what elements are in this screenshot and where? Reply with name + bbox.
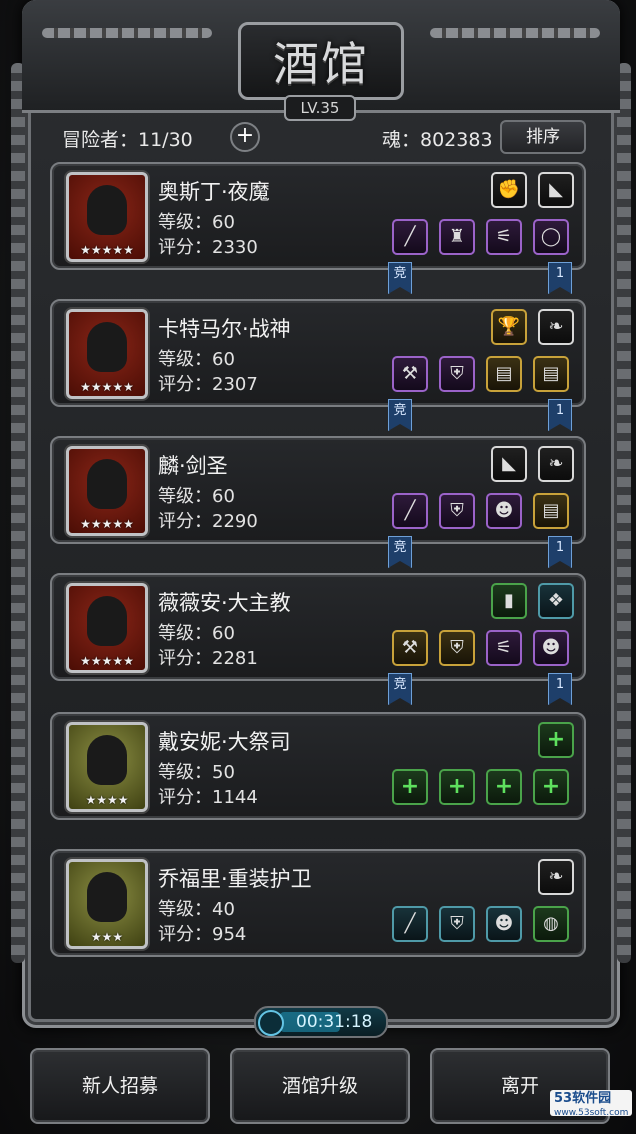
scroll-icon[interactable]: ▤ — [533, 356, 569, 392]
scroll-icon[interactable]: ▤ — [533, 493, 569, 529]
plus-icon[interactable]: + — [533, 769, 569, 805]
shoulder-armor-icon[interactable]: ⛨ — [439, 630, 475, 666]
hero-face-icon — [87, 459, 127, 509]
hero-portrait[interactable]: ★★★★★ — [66, 446, 148, 536]
spellbook-icon[interactable]: ▮ — [491, 583, 527, 619]
hero-level: 等级：60 — [158, 349, 235, 370]
star-rating: ★★★★★ — [80, 243, 134, 257]
star-rating: ★★★★★ — [80, 517, 134, 531]
claw-icon[interactable]: ⚟ — [486, 630, 522, 666]
hero-level: 等级：60 — [158, 486, 235, 507]
tavern-level-badge: LV.35 — [284, 95, 356, 121]
hero-name: 麟·剑圣 — [158, 454, 228, 478]
hero-score: 评分：2330 — [158, 237, 258, 258]
feather-icon[interactable]: ❧ — [538, 309, 574, 345]
shoulder-armor-icon[interactable]: ⛨ — [439, 906, 475, 942]
hero-face-icon — [87, 322, 127, 372]
hero-name: 乔福里·重装护卫 — [158, 867, 312, 891]
shoulder-armor-icon[interactable]: ⛨ — [439, 356, 475, 392]
hero-level: 等级：50 — [158, 762, 235, 783]
top-bar: 冒险者：11/30 + 魂：802383 排序 — [62, 120, 586, 154]
mask-icon[interactable]: ☻ — [486, 906, 522, 942]
scroll-icon[interactable]: ▤ — [486, 356, 522, 392]
hero-name: 卡特马尔·战神 — [158, 317, 291, 341]
hero-name: 薇薇安·大主教 — [158, 591, 291, 615]
hero-level: 等级：60 — [158, 212, 235, 233]
hero-score: 评分：2281 — [158, 648, 258, 669]
dagger-icon[interactable]: ╱ — [392, 219, 428, 255]
hero-score: 评分：2307 — [158, 374, 258, 395]
hero-portrait[interactable]: ★★★ — [66, 859, 148, 949]
hero-card[interactable]: ★★★★★ 薇薇安·大主教 等级：60 评分：2281 ▮ ❖ ⚒ ⛨ ⚟ ☻ 竞 1 — [50, 573, 586, 705]
hero-level: 等级：60 — [158, 623, 235, 644]
watermark-title: 53软件园 — [554, 1091, 612, 1106]
gauntlet-icon[interactable]: ✊ — [491, 172, 527, 208]
adventurer-count: 冒险者：11/30 — [62, 129, 193, 151]
chain-right-decoration — [430, 28, 600, 38]
upgrade-tavern-button[interactable]: 酒馆升级 — [230, 1048, 410, 1124]
chain-left-decoration — [42, 28, 212, 38]
trophy-icon[interactable]: 🏆 — [491, 309, 527, 345]
hero-score: 评分：1144 — [158, 787, 258, 808]
feather-icon[interactable]: ❧ — [538, 859, 574, 895]
tavern-timer: 00:31:18 — [254, 1006, 388, 1038]
timer-text: 00:31:18 — [296, 1012, 373, 1032]
hero-name: 戴安妮·大祭司 — [158, 730, 291, 754]
hero-face-icon — [87, 735, 127, 785]
watermark-url: www.53soft.com — [554, 1108, 629, 1118]
star-rating: ★★★★★ — [80, 654, 134, 668]
hero-card[interactable]: ★★★★★ 奥斯丁·夜魔 等级：60 评分：2330 ✊ ◣ ╱ ♜ ⚟ ◯ 竞 1 — [50, 162, 586, 294]
axe-icon[interactable]: ⚒ — [392, 356, 428, 392]
hero-portrait[interactable]: ★★★★★ — [66, 172, 148, 262]
title-plate: 酒馆 — [238, 22, 404, 100]
hero-card[interactable]: ★★★★ 戴安妮·大祭司 等级：50 评分：1144 + + + + + — [50, 712, 586, 820]
plus-icon[interactable]: + — [439, 769, 475, 805]
hero-card[interactable]: ★★★ 乔福里·重装护卫 等级：40 评分：954 ❧ ╱ ⛨ ☻ ◍ — [50, 849, 586, 957]
cloak-icon[interactable]: ◣ — [538, 172, 574, 208]
armor-icon[interactable]: ♜ — [439, 219, 475, 255]
ring-icon[interactable]: ◯ — [533, 219, 569, 255]
hero-face-icon — [87, 185, 127, 235]
plus-icon[interactable]: + — [538, 722, 574, 758]
plus-icon[interactable]: + — [486, 769, 522, 805]
crystal-icon[interactable]: ❖ — [538, 583, 574, 619]
hero-score: 评分：2290 — [158, 511, 258, 532]
star-rating: ★★★★★ — [80, 380, 134, 394]
claw-icon[interactable]: ⚟ — [486, 219, 522, 255]
hero-portrait[interactable]: ★★★★★ — [66, 583, 148, 673]
add-adventurer-button[interactable]: + — [230, 122, 260, 152]
hero-portrait[interactable]: ★★★★ — [66, 722, 148, 812]
recruit-button[interactable]: 新人招募 — [30, 1048, 210, 1124]
hero-face-icon — [87, 872, 127, 922]
star-rating: ★★★★ — [85, 793, 129, 807]
barrel-icon[interactable]: ◍ — [533, 906, 569, 942]
hero-score: 评分：954 — [158, 924, 247, 945]
clock-icon — [258, 1010, 284, 1036]
axe-icon[interactable]: ⚒ — [392, 630, 428, 666]
dagger-icon[interactable]: ╱ — [392, 493, 428, 529]
hero-face-icon — [87, 596, 127, 646]
sword-icon[interactable]: ╱ — [392, 906, 428, 942]
feather-icon[interactable]: ❧ — [538, 446, 574, 482]
mask-icon[interactable]: ☻ — [486, 493, 522, 529]
hero-level: 等级：40 — [158, 899, 235, 920]
hero-name: 奥斯丁·夜魔 — [158, 180, 270, 204]
page-title: 酒馆 — [273, 37, 369, 91]
cloak-icon[interactable]: ◣ — [491, 446, 527, 482]
sort-button[interactable]: 排序 — [500, 120, 586, 154]
hero-card[interactable]: ★★★★★ 卡特马尔·战神 等级：60 评分：2307 🏆 ❧ ⚒ ⛨ ▤ ▤ 竞 1 — [50, 299, 586, 431]
mask-icon[interactable]: ☻ — [533, 630, 569, 666]
plus-icon[interactable]: + — [392, 769, 428, 805]
star-rating: ★★★ — [90, 930, 124, 944]
soul-currency: 魂：802383 — [382, 129, 493, 151]
shoulder-armor-icon[interactable]: ⛨ — [439, 493, 475, 529]
hero-portrait[interactable]: ★★★★★ — [66, 309, 148, 399]
watermark-logo: 53软件园 www.53soft.com — [550, 1090, 632, 1118]
hero-card[interactable]: ★★★★★ 麟·剑圣 等级：60 评分：2290 ◣ ❧ ╱ ⛨ ☻ ▤ 竞 1 — [50, 436, 586, 568]
